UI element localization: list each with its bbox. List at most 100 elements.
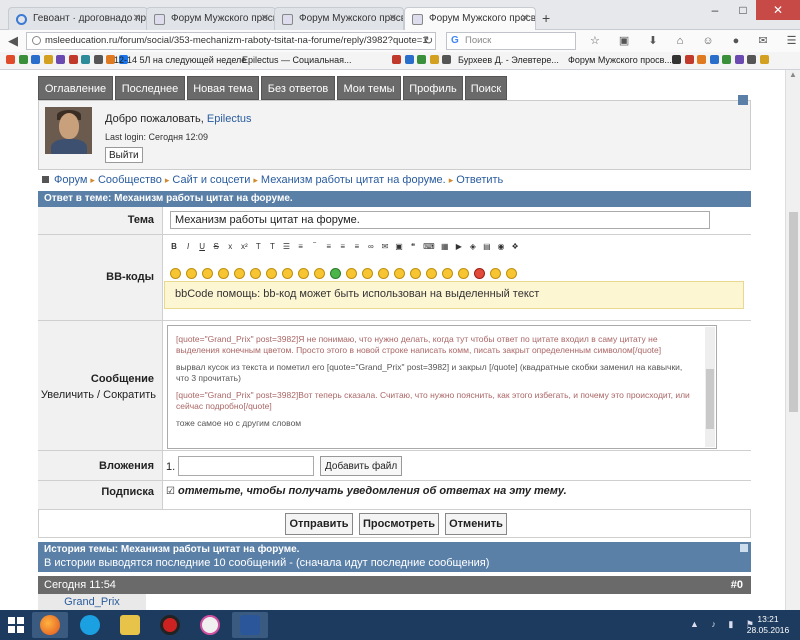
search-field[interactable]: G Поиск bbox=[446, 32, 576, 50]
close-tab-icon[interactable]: ✕ bbox=[521, 13, 529, 24]
textarea-scrollbar[interactable] bbox=[705, 327, 715, 447]
map-icon[interactable]: ◈ bbox=[469, 241, 477, 252]
smiley-icon[interactable] bbox=[506, 268, 517, 279]
collapse-icon[interactable] bbox=[740, 544, 748, 552]
smiley-icon[interactable] bbox=[202, 268, 213, 279]
link-icon[interactable]: ∞ bbox=[367, 241, 375, 252]
bookmark-icons[interactable] bbox=[6, 55, 129, 65]
help-icon[interactable]: ❖ bbox=[511, 241, 519, 252]
smiley-icon[interactable] bbox=[170, 268, 181, 279]
table-icon[interactable]: ▦ bbox=[441, 241, 449, 252]
file-input[interactable] bbox=[178, 456, 314, 476]
breadcrumb-topic[interactable]: Механизм работы цитат на форуме. bbox=[261, 174, 446, 186]
page-scroll-thumb[interactable] bbox=[789, 212, 798, 412]
smiley-icon[interactable] bbox=[282, 268, 293, 279]
tab-profile[interactable]: Профиль bbox=[403, 76, 463, 100]
strike-icon[interactable]: S bbox=[212, 241, 220, 252]
cancel-button[interactable]: Отменить bbox=[445, 513, 507, 535]
username-link[interactable]: Epilectus bbox=[207, 113, 252, 125]
message-textarea[interactable]: [quote="Grand_Prix" post=3982]Я не поним… bbox=[167, 325, 717, 449]
back-arrow-icon[interactable]: ◀ bbox=[8, 33, 18, 49]
superscript-icon[interactable]: x² bbox=[240, 241, 248, 252]
smiley-icon[interactable] bbox=[314, 268, 325, 279]
bookmark-icons-2[interactable] bbox=[392, 55, 452, 65]
logout-button[interactable]: Выйти bbox=[105, 147, 143, 163]
explorer-taskbar-button[interactable] bbox=[112, 612, 148, 638]
underline-icon[interactable]: U bbox=[198, 241, 206, 252]
preview-button[interactable]: Просмотреть bbox=[359, 513, 439, 535]
italic-icon[interactable]: I bbox=[184, 241, 192, 252]
media-taskbar-button[interactable] bbox=[152, 612, 188, 638]
bookmark-link[interactable]: Бурхеев Д. - Элевтере... bbox=[458, 55, 559, 65]
tab-search[interactable]: Поиск bbox=[465, 76, 507, 100]
align-right-icon[interactable]: ≡ bbox=[353, 241, 361, 252]
breadcrumb-site[interactable]: Сайт и соцсети bbox=[172, 174, 250, 186]
code-icon[interactable]: ⌨ bbox=[423, 241, 435, 252]
align-left-icon[interactable]: ≡ bbox=[325, 241, 333, 252]
smiley-icon[interactable] bbox=[186, 268, 197, 279]
reload-icon[interactable]: ↻ bbox=[424, 34, 433, 47]
new-tab-button[interactable]: + bbox=[542, 10, 550, 26]
tab-my-topics[interactable]: Мои темы bbox=[337, 76, 401, 100]
breadcrumb-forum[interactable]: Форум bbox=[54, 174, 87, 186]
video-icon[interactable]: ▶ bbox=[455, 241, 463, 252]
smiley-icon[interactable] bbox=[426, 268, 437, 279]
hr-icon[interactable]: ‾ bbox=[311, 241, 319, 252]
tab-index[interactable]: Оглавление bbox=[38, 76, 113, 100]
smiley-icon[interactable] bbox=[442, 268, 453, 279]
smiley-icon[interactable] bbox=[346, 268, 357, 279]
post-author[interactable]: Grand_Prix bbox=[38, 594, 146, 610]
smiley-icon[interactable] bbox=[298, 268, 309, 279]
page-scrollbar[interactable]: ▲ bbox=[785, 70, 800, 610]
windows-start-icon[interactable] bbox=[8, 617, 24, 633]
tab-new-topic[interactable]: Новая тема bbox=[187, 76, 259, 100]
smiley-icon[interactable] bbox=[490, 268, 501, 279]
smiley-icon[interactable] bbox=[218, 268, 229, 279]
collapse-icon[interactable] bbox=[738, 95, 748, 105]
sick-smiley-icon[interactable] bbox=[330, 268, 341, 279]
breadcrumb-reply[interactable]: Ответить bbox=[456, 174, 503, 186]
itunes-taskbar-button[interactable] bbox=[192, 612, 228, 638]
system-clock[interactable]: 13:21 28.05.2016 bbox=[740, 614, 796, 636]
tab-latest[interactable]: Последнее bbox=[115, 76, 185, 100]
subscript-icon[interactable]: x bbox=[226, 241, 234, 252]
address-bar[interactable]: msleeducation.ru/forum/social/353-mechan… bbox=[26, 32, 436, 50]
bookmark-link[interactable]: Epilectus — Социальная... bbox=[242, 55, 352, 65]
angry-smiley-icon[interactable] bbox=[474, 268, 485, 279]
align-center-icon[interactable]: ≡ bbox=[339, 241, 347, 252]
site-info-icon[interactable] bbox=[32, 36, 41, 45]
word-taskbar-button[interactable] bbox=[232, 612, 268, 638]
smiley-icon[interactable] bbox=[378, 268, 389, 279]
smiley-icon[interactable] bbox=[234, 268, 245, 279]
scroll-thumb[interactable] bbox=[706, 369, 714, 429]
scroll-up-icon[interactable]: ▲ bbox=[789, 70, 797, 79]
close-tab-icon[interactable]: ✕ bbox=[261, 13, 269, 24]
quote-icon[interactable]: ❝ bbox=[409, 241, 417, 252]
minimize-window-button[interactable]: – bbox=[700, 0, 730, 20]
skype-taskbar-button[interactable] bbox=[72, 612, 108, 638]
add-file-button[interactable]: Добавить файл bbox=[320, 456, 403, 476]
shrink-link[interactable]: Сократить bbox=[103, 389, 156, 401]
bold-icon[interactable]: B bbox=[170, 241, 178, 252]
avatar[interactable] bbox=[45, 107, 92, 154]
font-size-icon[interactable]: T bbox=[254, 241, 262, 252]
smiley-icon[interactable] bbox=[394, 268, 405, 279]
email-icon[interactable]: ✉ bbox=[381, 241, 389, 252]
smiley-icon[interactable] bbox=[362, 268, 373, 279]
image-icon[interactable]: ▣ bbox=[395, 241, 403, 252]
topic-input[interactable]: Механизм работы цитат на форуме. bbox=[170, 211, 710, 229]
smiley-icon[interactable] bbox=[458, 268, 469, 279]
browser-tab-active[interactable]: Форум Мужского просв... ✕ bbox=[404, 7, 536, 30]
bookmark-link[interactable]: Форум Мужского просв... bbox=[568, 55, 672, 65]
ebay-icon[interactable]: ◉ bbox=[497, 241, 505, 252]
breadcrumb-community[interactable]: Сообщество bbox=[98, 174, 162, 186]
tab-unanswered[interactable]: Без ответов bbox=[261, 76, 335, 100]
maximize-window-button[interactable]: □ bbox=[728, 0, 758, 20]
smiley-icon[interactable] bbox=[410, 268, 421, 279]
close-tab-icon[interactable]: ✕ bbox=[389, 13, 397, 24]
firefox-taskbar-button[interactable] bbox=[32, 612, 68, 638]
enlarge-link[interactable]: Увеличить bbox=[41, 389, 94, 401]
submit-button[interactable]: Отправить bbox=[285, 513, 353, 535]
browser-tab[interactable]: Форум Мужского просв... ✕ bbox=[146, 7, 276, 30]
browser-tab[interactable]: Гевоант · дроговнадо пр... ✕ bbox=[8, 7, 148, 30]
